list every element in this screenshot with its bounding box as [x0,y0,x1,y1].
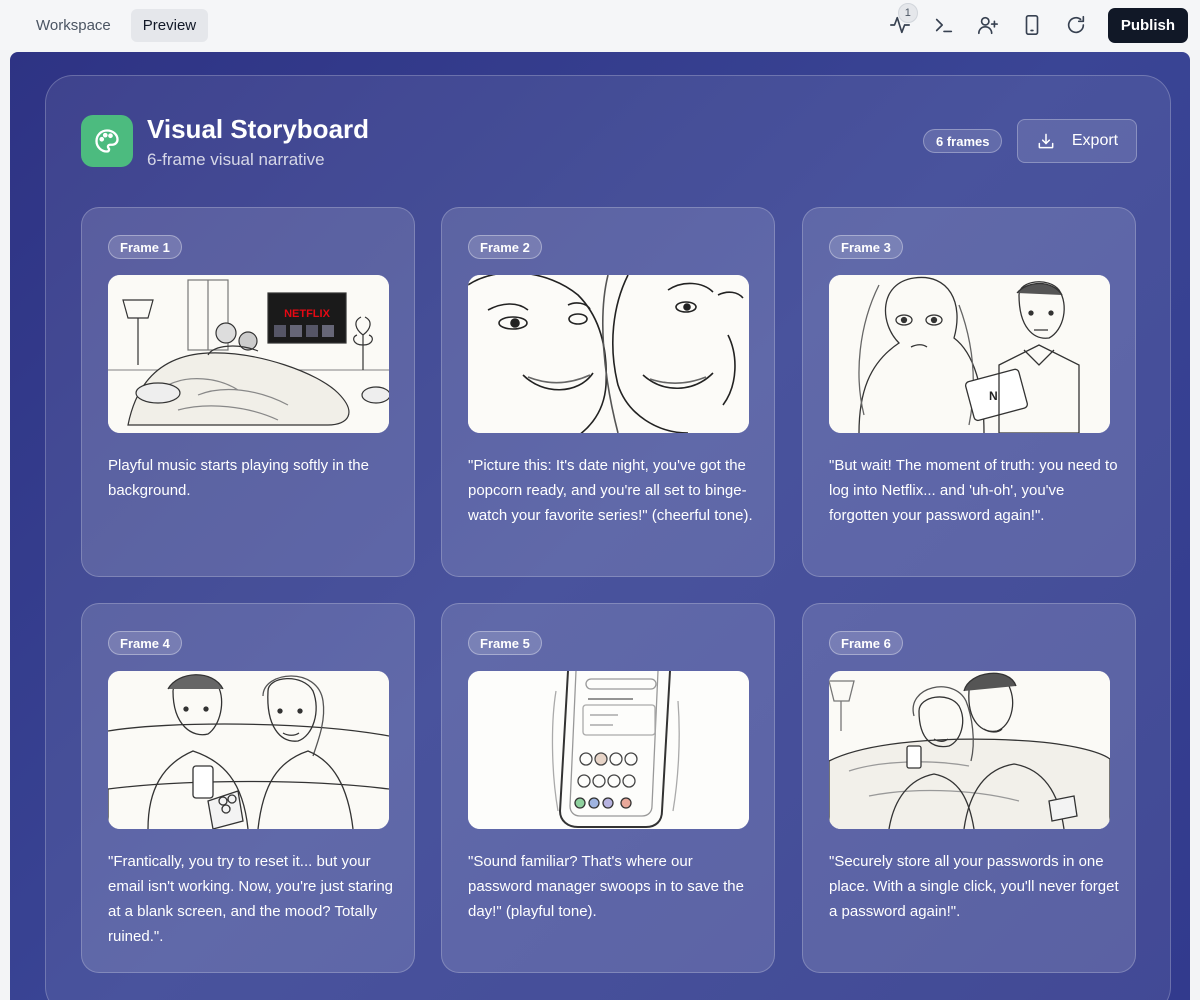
frame-caption: "Picture this: It's date night, you've g… [468,457,753,524]
palette-icon [81,115,133,167]
view-tabs: Workspace Preview [24,8,209,42]
frame-count-badge: 6 frames [923,129,1003,153]
frame-card[interactable]: Frame 6 "Securely store all your passwor… [802,603,1136,973]
publish-button[interactable]: Publish [1107,7,1188,43]
storyboard-subtitle: 6-frame visual narrative [147,150,325,169]
frame-card[interactable]: Frame 5 "Sound familiar? That's where ou… [441,603,775,973]
download-icon [1038,133,1054,149]
user-plus-icon [977,16,998,35]
tab-preview[interactable]: Preview [130,8,209,42]
frame-caption: "Sound familiar? That's where our passwo… [468,853,744,920]
frame-illustration: N [829,275,1110,433]
activity-button[interactable]: 1 [884,3,918,41]
frame-card[interactable]: Frame 3 N "But wait! The moment of truth… [802,207,1136,577]
add-user-button[interactable] [972,9,1004,41]
frame-label: Frame 4 [108,631,182,655]
frame-label: Frame 5 [468,631,542,655]
storyboard-title: Visual Storyboard [147,114,370,144]
mobile-preview-button[interactable] [1016,9,1048,41]
smartphone-icon [1025,15,1039,35]
frame-card[interactable]: Frame 1 NETFLIX Playful music starts pla… [81,207,415,577]
frame-illustration [829,671,1110,829]
preview-stage: Visual Storyboard 6-frame visual narrati… [10,52,1190,1000]
frame-label: Frame 6 [829,631,903,655]
storyboard-panel: Visual Storyboard 6-frame visual narrati… [45,75,1171,1000]
top-bar: Workspace Preview 1 Publish [0,0,1200,50]
terminal-icon [935,18,952,33]
frame-illustration [468,275,749,433]
refresh-button[interactable] [1060,9,1092,41]
toolbar-actions: 1 Publish [884,3,1188,43]
frame-illustration: NETFLIX [108,275,389,433]
frame-illustration [468,671,749,829]
frame-caption: "Securely store all your passwords in on… [829,853,1119,920]
frame-label: Frame 2 [468,235,542,259]
frame-caption: Playful music starts playing softly in t… [108,457,369,499]
export-label: Export [1071,132,1119,149]
frame-caption: "Frantically, you try to reset it... but… [108,853,394,945]
frame-caption: "But wait! The moment of truth: you need… [829,457,1118,524]
frame-card[interactable]: Frame 4 "Frantically, you try to reset i… [81,603,415,973]
activity-count-badge: 1 [897,3,918,23]
tv-logo: NETFLIX [284,308,330,320]
svg-text:N: N [989,389,998,403]
frame-illustration [108,671,389,829]
export-button[interactable]: Export [1017,119,1137,163]
frame-card[interactable]: Frame 2 "Picture this: It's date night, … [441,207,775,577]
tab-workspace[interactable]: Workspace [24,9,123,42]
frame-label: Frame 3 [829,235,903,259]
terminal-button[interactable] [928,9,960,41]
refresh-icon [1067,15,1084,34]
frame-label: Frame 1 [108,235,182,259]
